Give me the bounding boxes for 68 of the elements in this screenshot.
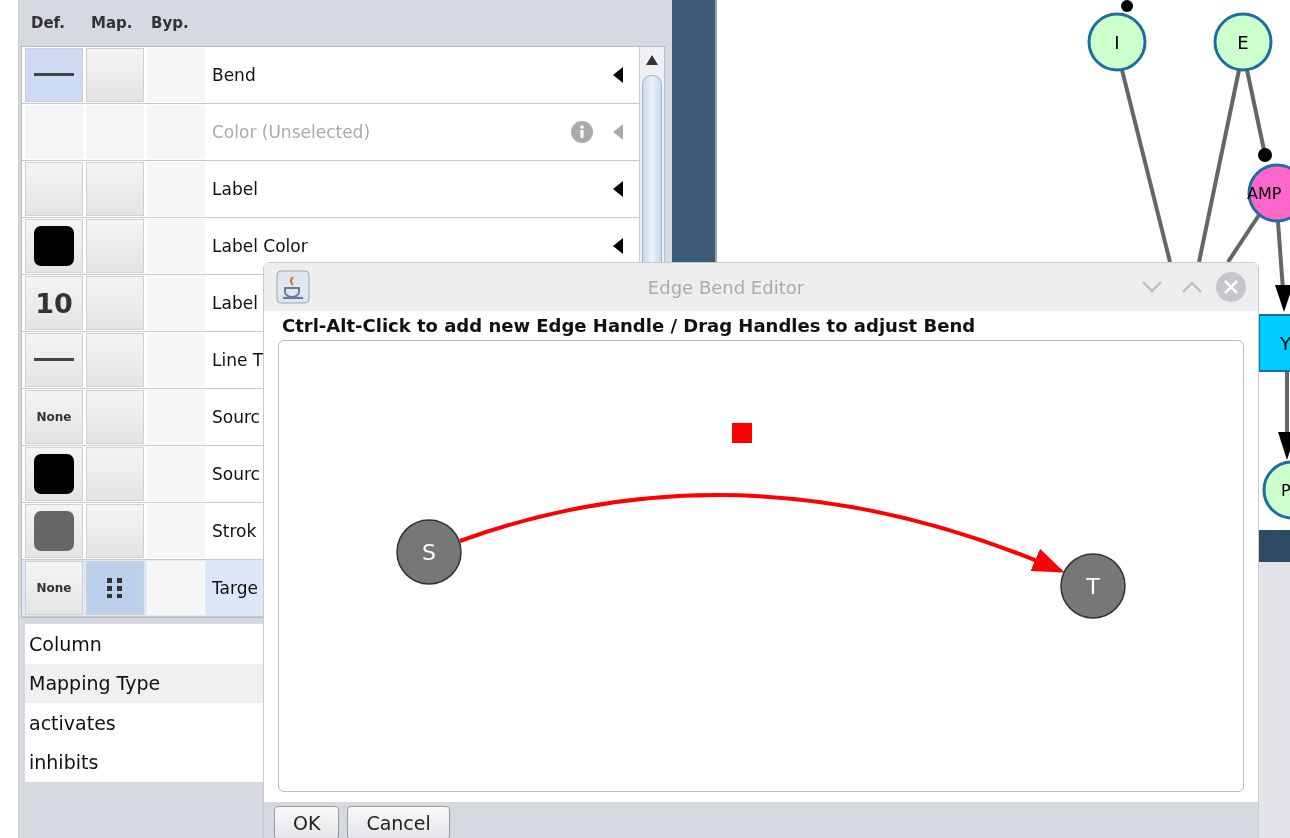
property-row[interactable]: Bend — [22, 47, 639, 104]
info-icon — [571, 121, 593, 143]
mapping-cell[interactable] — [86, 162, 144, 216]
default-value-cell[interactable] — [25, 447, 83, 501]
mapping-cell[interactable] — [86, 390, 144, 444]
default-value-cell[interactable]: None — [25, 390, 83, 444]
mapping-cell[interactable] — [86, 447, 144, 501]
collapse-arrow-icon[interactable] — [613, 181, 623, 197]
property-row[interactable]: Label — [22, 161, 639, 218]
bypass-cell[interactable] — [147, 333, 205, 387]
cancel-button[interactable]: Cancel — [347, 806, 450, 838]
default-value-cell[interactable]: None — [25, 561, 83, 615]
mapping-cell[interactable] — [86, 561, 144, 615]
bypass-cell[interactable] — [147, 48, 205, 102]
bypass-cell[interactable] — [147, 219, 205, 273]
default-value-cell[interactable] — [25, 162, 83, 216]
inhibition-end-icon — [1121, 0, 1133, 12]
property-name: Sourc — [212, 407, 260, 427]
default-value-cell[interactable] — [25, 333, 83, 387]
default-value-cell[interactable] — [25, 219, 83, 273]
line-icon — [34, 358, 74, 362]
property-name: Label — [212, 293, 258, 313]
property-name: Label Color — [212, 236, 308, 256]
default-value-cell[interactable] — [25, 48, 83, 102]
scroll-up-icon[interactable] — [646, 55, 658, 65]
column-header: Def. — [31, 14, 67, 32]
column-header: Byp. — [151, 14, 190, 32]
property-name: Strok — [212, 521, 257, 541]
minimize-icon[interactable] — [1142, 281, 1162, 293]
mapping-cell[interactable] — [86, 48, 144, 102]
property-name: Targe — [212, 578, 258, 598]
mapping-cell[interactable] — [86, 219, 144, 273]
font-size-value: 10 — [35, 287, 73, 319]
property-name: Label — [212, 179, 258, 199]
window-title: Edge Bend Editor — [646, 276, 806, 298]
value-text: None — [36, 410, 72, 424]
mapping-cell[interactable] — [86, 276, 144, 330]
network-node: E — [1213, 12, 1273, 72]
instruction-text: Ctrl-Alt-Click to add new Edge Handle / Drag Handles to adjust Bend — [281, 314, 977, 336]
property-name: Color (Unselected) — [212, 122, 371, 142]
property-name: Sourc — [212, 464, 260, 484]
network-node: I — [1087, 12, 1147, 72]
property-name: Line T — [212, 350, 264, 370]
value-text: None — [36, 581, 72, 595]
bypass-cell[interactable] — [147, 504, 205, 558]
bypass-cell[interactable] — [147, 561, 205, 615]
source-node[interactable]: S — [396, 519, 462, 585]
collapse-arrow-icon[interactable] — [613, 238, 623, 254]
bypass-cell[interactable] — [147, 276, 205, 330]
target-node[interactable]: T — [1060, 553, 1126, 619]
bypass-cell[interactable] — [147, 447, 205, 501]
close-icon[interactable] — [1216, 272, 1246, 302]
line-icon — [34, 73, 74, 77]
network-node: P — [1262, 460, 1290, 520]
bypass-cell[interactable] — [147, 390, 205, 444]
ok-button[interactable]: OK — [274, 806, 340, 838]
bypass-cell[interactable] — [147, 162, 205, 216]
java-cup-icon[interactable] — [276, 270, 310, 304]
mapping-cell[interactable] — [86, 333, 144, 387]
default-value-cell[interactable]: 10 — [25, 276, 83, 330]
column-header: Map. — [91, 14, 134, 32]
property-name: Bend — [212, 65, 256, 85]
edge-handle[interactable] — [732, 423, 752, 443]
default-value-cell[interactable] — [25, 504, 83, 558]
grip-icon — [107, 578, 123, 598]
collapse-arrow-icon[interactable] — [613, 67, 623, 83]
mapping-cell[interactable] — [86, 504, 144, 558]
maximize-icon[interactable] — [1182, 281, 1202, 293]
